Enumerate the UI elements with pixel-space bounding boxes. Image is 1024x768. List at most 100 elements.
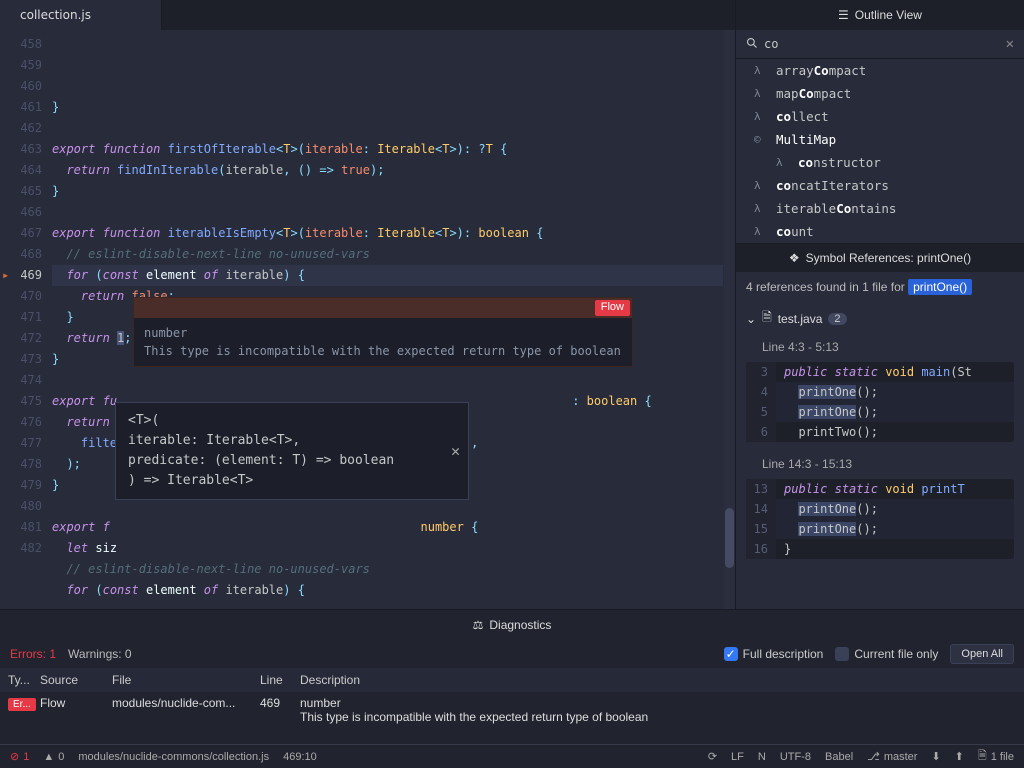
status-insert-mode[interactable]: N [758, 751, 766, 763]
editor-tab[interactable]: collection.js [0, 0, 162, 30]
code-line[interactable] [52, 202, 735, 223]
code-line[interactable]: for (const element of iterable) { [52, 265, 735, 286]
current-file-only-checkbox[interactable]: Current file only [835, 647, 938, 661]
outline-item-label: collect [776, 109, 829, 124]
side-pane: ☰ Outline View ✕ λarrayCompactλmapCompac… [735, 0, 1024, 609]
signature-tooltip: ✕ <T>( iterable: Iterable<T>, predicate:… [115, 402, 469, 500]
status-error-count[interactable]: ⊘1 [10, 750, 29, 763]
error-count[interactable]: Errors: 1 [10, 647, 56, 661]
diagnostics-controls: Errors: 1 Warnings: 0 ✓Full description … [0, 640, 1024, 668]
symbol-icon: λ [776, 156, 790, 169]
reference-code-line[interactable]: 5 printOne(); [746, 402, 1014, 422]
reference-code-line[interactable]: 15 printOne(); [746, 519, 1014, 539]
code-line[interactable]: return findInIterable(iterable, () => tr… [52, 160, 735, 181]
close-icon[interactable]: ✕ [451, 441, 460, 461]
symbol-icon: λ [754, 225, 768, 238]
status-encoding[interactable]: UTF-8 [780, 751, 811, 763]
reference-file[interactable]: ⌄🗎test.java2 [736, 302, 1024, 335]
references-title: Symbol References: printOne() [806, 251, 971, 265]
line-number: 482 [0, 538, 42, 559]
status-warning-count[interactable]: ▲0 [43, 751, 64, 763]
line-number: 479 [0, 475, 42, 496]
diagnostics-header: ⚖ Diagnostics [0, 610, 1024, 640]
reference-code-line[interactable]: 16} [746, 539, 1014, 559]
outline-body: ✕ λarrayCompactλmapCompactλcollect©Multi… [736, 30, 1024, 243]
code-line[interactable]: export f number { [52, 517, 735, 538]
col-line[interactable]: Line [260, 673, 300, 687]
code-line[interactable] [52, 601, 735, 609]
line-number: 472 [0, 328, 42, 349]
outline-item[interactable]: λcollect [736, 105, 1024, 128]
reference-code-line[interactable]: 14 printOne(); [746, 499, 1014, 519]
breakpoint-marker[interactable]: ▸ [2, 265, 9, 286]
reference-range[interactable]: Line 4:3 - 5:13 [736, 335, 1024, 359]
status-line-ending[interactable]: LF [731, 751, 744, 763]
line-number: 459 [0, 55, 42, 76]
reference-codeblock: 13public static void printT14 printOne()… [746, 479, 1014, 559]
error-icon: ⊘ [10, 750, 19, 763]
code-line[interactable]: // eslint-disable-next-line no-unused-va… [52, 244, 735, 265]
outline-item[interactable]: λarrayCompact [736, 59, 1024, 82]
status-cursor-position[interactable]: 469:10 [283, 751, 317, 763]
editor[interactable]: 458459460461462463464465466467468▸469470… [0, 30, 735, 609]
line-number: 475 [0, 391, 42, 412]
symbol-icon: λ [754, 87, 768, 100]
reference-file-name: test.java [778, 312, 823, 326]
line-number: 458 [0, 34, 42, 55]
full-description-checkbox[interactable]: ✓Full description [724, 647, 824, 661]
line-number: 477 [0, 433, 42, 454]
balance-icon: ⚖ [473, 618, 484, 632]
line-number: 470 [0, 286, 42, 307]
outline-item-label: constructor [798, 155, 881, 170]
outline-item[interactable]: λconcatIterators [736, 174, 1024, 197]
open-all-button[interactable]: Open All [950, 644, 1014, 664]
status-git-branch[interactable]: ⎇ master [867, 750, 917, 763]
col-description[interactable]: Description [300, 673, 1024, 687]
diagnostics-title: Diagnostics [489, 618, 551, 632]
status-language[interactable]: Babel [825, 751, 853, 763]
row-line: 469 [260, 696, 300, 710]
symbol-icon: λ [754, 64, 768, 77]
line-number: 466 [0, 202, 42, 223]
col-file[interactable]: File [112, 673, 260, 687]
code-line[interactable]: export function iterableIsEmpty<T>(itera… [52, 223, 735, 244]
outline-item[interactable]: λ constructor [736, 151, 1024, 174]
diagnostics-panel: ⚖ Diagnostics Errors: 1 Warnings: 0 ✓Ful… [0, 609, 1024, 744]
flow-error-tooltip: Flow number This type is incompatible wi… [133, 297, 633, 367]
outline-item[interactable]: λiterableContains [736, 197, 1024, 220]
reference-code-line[interactable]: 3public static void main(St [746, 362, 1014, 382]
sync-icon[interactable]: ⟳ [708, 750, 717, 763]
code-line[interactable]: } [52, 181, 735, 202]
code-line[interactable]: // eslint-disable-next-line no-unused-va… [52, 559, 735, 580]
reference-code-line[interactable]: 4 printOne(); [746, 382, 1014, 402]
list-icon: ☰ [838, 8, 849, 22]
references-summary: 4 references found in 1 file for printOn… [736, 272, 1024, 302]
line-number: 467 [0, 223, 42, 244]
code-line[interactable]: } [52, 97, 735, 118]
branch-icon: ⎇ [867, 750, 880, 763]
diagnostic-row[interactable]: Er... Flow modules/nuclide-com... 469 nu… [0, 692, 1024, 728]
code-line[interactable]: let siz [52, 538, 735, 559]
clear-icon[interactable]: ✕ [1006, 36, 1014, 52]
code-line[interactable]: export function firstOfIterable<T>(itera… [52, 139, 735, 160]
outline-header: ☰ Outline View [736, 0, 1024, 30]
download-icon[interactable]: ⬇ [931, 750, 940, 763]
col-source[interactable]: Source [40, 673, 112, 687]
code-line[interactable] [52, 118, 735, 139]
reference-code-line[interactable]: 13public static void printT [746, 479, 1014, 499]
upload-icon[interactable]: ⬆ [955, 750, 964, 763]
outline-item[interactable]: ©MultiMap [736, 128, 1024, 151]
reference-range[interactable]: Line 14:3 - 15:13 [736, 452, 1024, 476]
code-line[interactable]: for (const element of iterable) { [52, 580, 735, 601]
warning-count[interactable]: Warnings: 0 [68, 647, 132, 661]
outline-item[interactable]: λcount [736, 220, 1024, 243]
col-type[interactable]: Ty... [0, 673, 40, 687]
status-file-path[interactable]: modules/nuclide-commons/collection.js [78, 751, 269, 763]
tab-bar: collection.js [0, 0, 735, 30]
outline-item[interactable]: λmapCompact [736, 82, 1024, 105]
reference-code-line[interactable]: 6 printTwo(); [746, 422, 1014, 442]
file-icon: 🗎 [762, 308, 772, 329]
code-line[interactable] [52, 370, 735, 391]
status-files[interactable]: 🗎 1 file [978, 747, 1014, 766]
outline-search-input[interactable] [764, 37, 1000, 51]
